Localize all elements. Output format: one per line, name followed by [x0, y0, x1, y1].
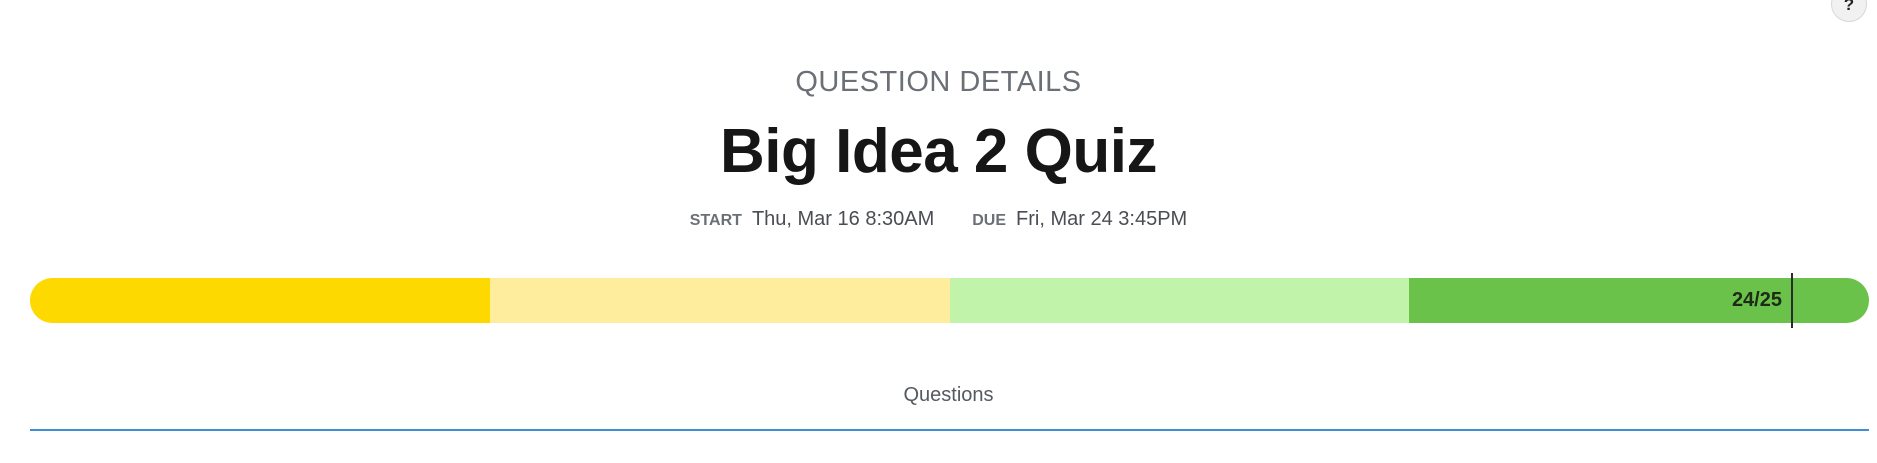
start-label: START — [689, 212, 742, 229]
page-eyebrow: QUESTION DETAILS — [795, 66, 1082, 98]
score-progress-bar — [30, 278, 1869, 323]
score-label: 24/25 — [1731, 289, 1782, 311]
help-button[interactable]: ? — [1831, 0, 1867, 22]
progress-segment-3 — [950, 278, 1409, 323]
due-value: Fri, Mar 24 3:45PM — [1016, 208, 1188, 230]
progress-segment-4 — [1409, 278, 1869, 323]
page-title: Big Idea 2 Quiz — [720, 117, 1157, 186]
start-value: Thu, Mar 16 8:30AM — [751, 208, 935, 230]
progress-segment-1 — [30, 278, 490, 323]
help-icon: ? — [1843, 0, 1855, 14]
tab-questions[interactable]: Questions — [0, 384, 1877, 407]
progress-segment-2 — [490, 278, 950, 323]
score-marker — [1791, 273, 1793, 328]
date-range: START Thu, Mar 16 8:30AM DUE Fri, Mar 24… — [0, 208, 1877, 231]
tab-underline — [30, 429, 1869, 431]
due-label: DUE — [972, 212, 1007, 229]
